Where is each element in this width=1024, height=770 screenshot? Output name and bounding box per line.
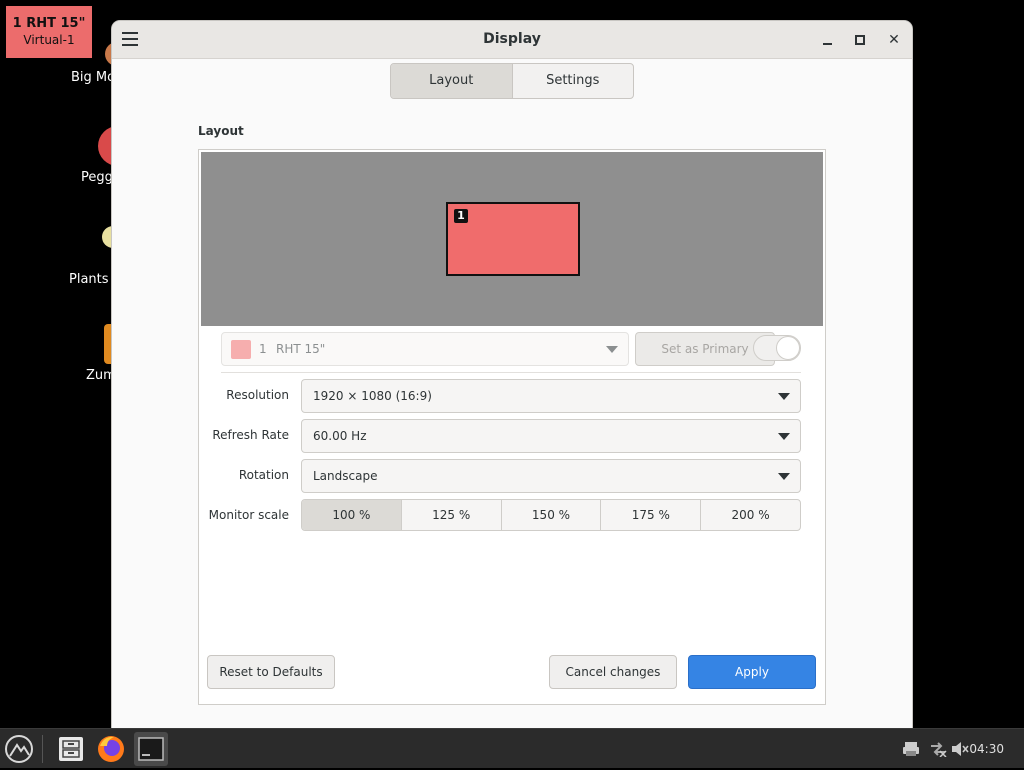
- monitor-scale-label: Monitor scale: [208, 508, 289, 522]
- display-settings-window: Display ✕ Layout Settings Layout 1 1 RHT…: [112, 21, 912, 728]
- chevron-down-icon: [778, 473, 790, 480]
- chevron-down-icon: [778, 393, 790, 400]
- refresh-rate-select[interactable]: 60.00 Hz: [301, 419, 801, 453]
- monitor-select[interactable]: 1 RHT 15": [221, 332, 629, 366]
- cancel-changes-button[interactable]: Cancel changes: [549, 655, 677, 689]
- monitor-select-name: RHT 15": [276, 342, 326, 356]
- monitor-number-badge: 1: [454, 209, 468, 223]
- divider: [42, 735, 43, 763]
- launcher-icon: [5, 735, 33, 763]
- app-menu-button[interactable]: [2, 732, 36, 766]
- scale-option-150[interactable]: 150 %: [500, 500, 601, 530]
- layout-frame: 1 1 RHT 15" Set as Primary Resolution 19…: [198, 149, 826, 705]
- chevron-down-icon: [606, 346, 618, 353]
- tab-settings[interactable]: Settings: [511, 64, 634, 98]
- network-disconnected-icon[interactable]: [929, 741, 947, 757]
- volume-muted-icon[interactable]: [951, 741, 969, 757]
- monitor-tile[interactable]: 1: [446, 202, 580, 276]
- scale-option-200[interactable]: 200 %: [700, 500, 800, 530]
- file-cabinet-icon: [59, 737, 83, 761]
- reset-to-defaults-button[interactable]: Reset to Defaults: [207, 655, 335, 689]
- close-button[interactable]: ✕: [884, 30, 904, 50]
- rotation-label: Rotation: [238, 468, 289, 482]
- rotation-value: Landscape: [313, 469, 378, 483]
- refresh-rate-label: Refresh Rate: [212, 428, 289, 442]
- scale-option-125[interactable]: 125 %: [400, 500, 501, 530]
- scale-option-100[interactable]: 100 %: [302, 500, 401, 530]
- divider: [221, 372, 801, 373]
- clock[interactable]: 04:30: [969, 729, 1004, 769]
- monitor-arrangement: 1: [201, 152, 823, 326]
- tab-layout[interactable]: Layout: [391, 64, 512, 98]
- terminal-icon: [138, 737, 164, 761]
- printer-icon[interactable]: [902, 741, 920, 757]
- taskbar-firefox[interactable]: [94, 732, 128, 766]
- rotation-select[interactable]: Landscape: [301, 459, 801, 493]
- taskbar: 04:30: [0, 728, 1024, 768]
- apply-button[interactable]: Apply: [688, 655, 816, 689]
- maximize-button[interactable]: [850, 30, 870, 50]
- minimize-button[interactable]: [818, 30, 838, 50]
- resolution-value: 1920 × 1080 (16:9): [313, 389, 432, 403]
- scale-option-175[interactable]: 175 %: [600, 500, 700, 530]
- monitor-select-number: 1: [259, 342, 267, 356]
- titlebar: Display ✕: [112, 21, 912, 59]
- taskbar-files[interactable]: [54, 732, 88, 766]
- firefox-icon: [98, 736, 124, 762]
- osd-monitor-name: 1 RHT 15": [12, 16, 86, 31]
- refresh-rate-value: 60.00 Hz: [313, 429, 367, 443]
- monitor-scale-selector: 100 % 125 % 150 % 175 % 200 %: [301, 499, 801, 531]
- view-switcher: Layout Settings: [390, 63, 634, 99]
- section-title: Layout: [198, 124, 244, 138]
- resolution-label: Resolution: [226, 388, 289, 402]
- switch-knob: [776, 336, 800, 360]
- chevron-down-icon: [778, 433, 790, 440]
- window-title: Display: [483, 31, 541, 47]
- monitor-enable-switch[interactable]: [753, 335, 801, 361]
- resolution-select[interactable]: 1920 × 1080 (16:9): [301, 379, 801, 413]
- taskbar-terminal[interactable]: [134, 732, 168, 766]
- monitor-color-swatch: [231, 340, 251, 359]
